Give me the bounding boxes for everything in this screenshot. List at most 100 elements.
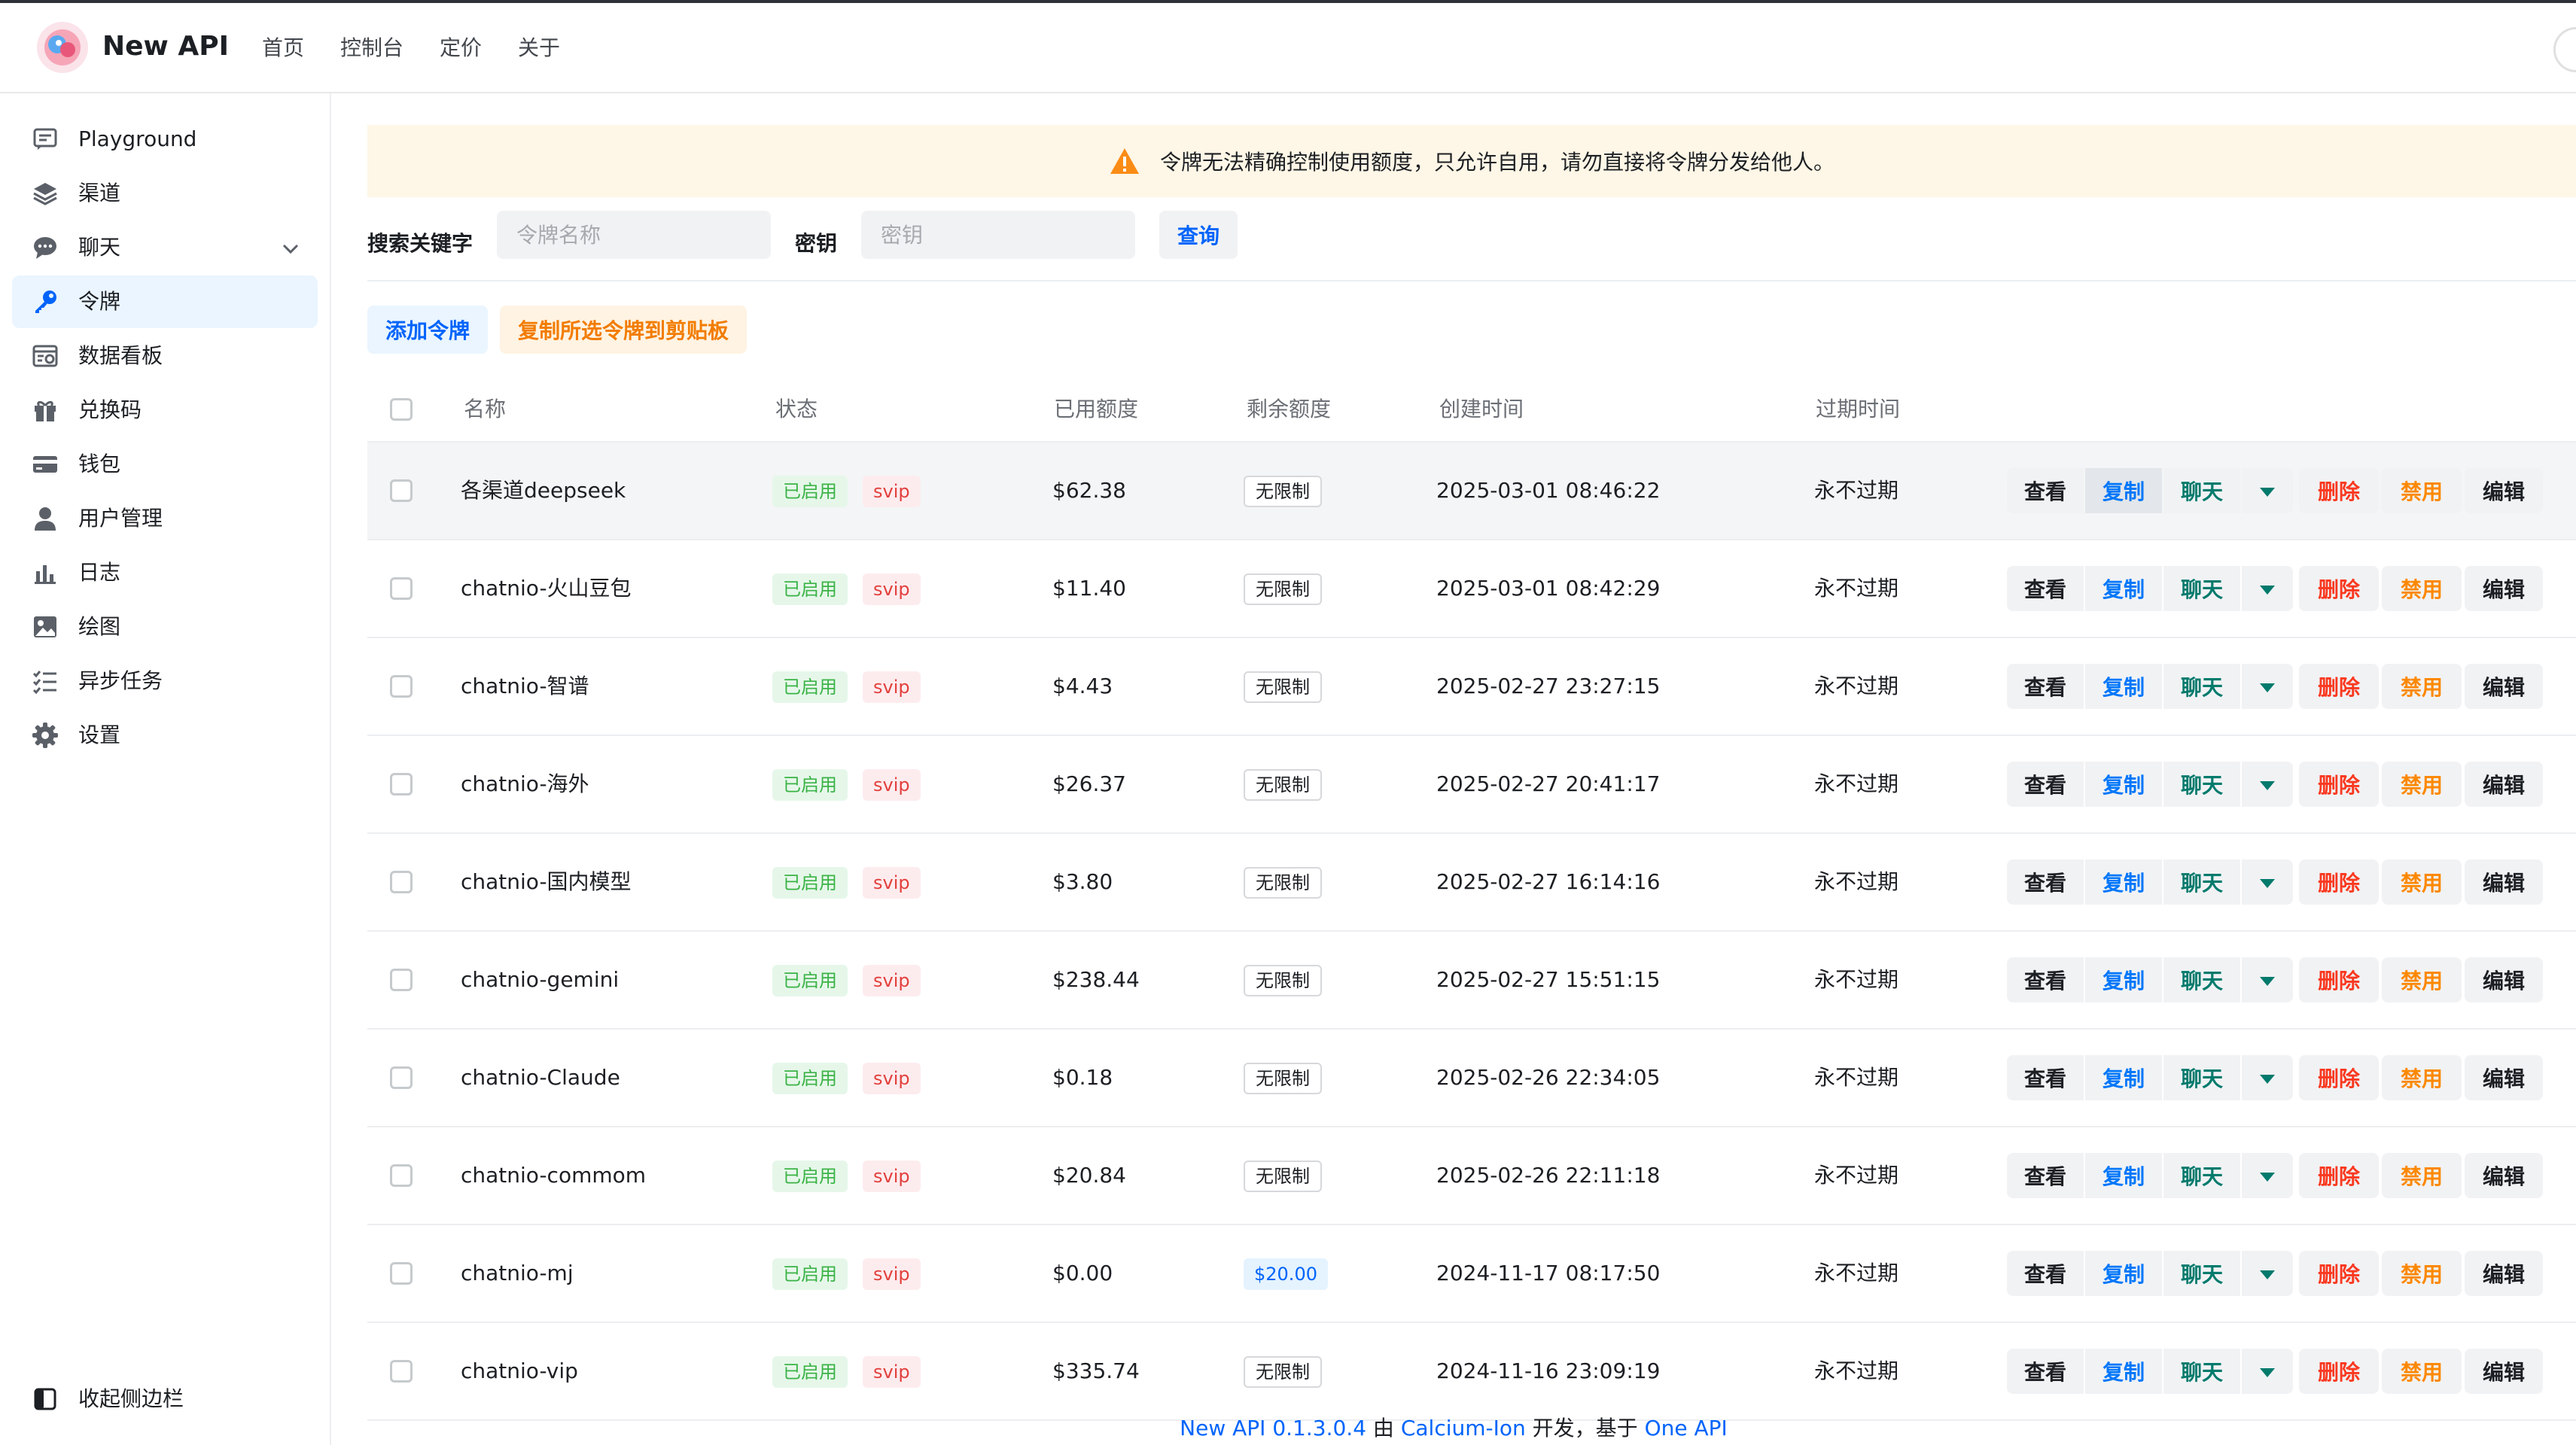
chat-button[interactable]: 聊天 — [2163, 1251, 2240, 1296]
row-checkbox[interactable] — [390, 773, 413, 796]
view-button[interactable]: 查看 — [2007, 859, 2084, 905]
copy-button[interactable]: 复制 — [2085, 468, 2162, 513]
row-checkbox[interactable] — [390, 969, 413, 991]
copy-selected-tokens-button[interactable]: 复制所选令牌到剪贴板 — [500, 306, 748, 354]
disable-button[interactable]: 禁用 — [2382, 1153, 2462, 1198]
disable-button[interactable]: 禁用 — [2382, 468, 2462, 513]
table-row[interactable]: chatnio-vip 已启用 svip $335.74 无限制 2024-11-16 2… — [367, 1323, 2576, 1421]
table-row[interactable]: chatnio-海外 已启用 svip $26.37 无限制 2025-02-27 20:… — [367, 736, 2576, 834]
edit-button[interactable]: 编辑 — [2465, 859, 2543, 905]
chat-dropdown-button[interactable] — [2242, 1055, 2293, 1100]
app-title[interactable]: New API — [102, 30, 229, 63]
sidebar-item-async-tasks[interactable]: 异步任务 — [12, 655, 318, 707]
author-link[interactable]: Calcium-Ion — [1401, 1416, 1526, 1440]
delete-button[interactable]: 删除 — [2299, 1055, 2379, 1100]
nav-console[interactable]: 控制台 — [340, 35, 403, 62]
view-button[interactable]: 查看 — [2007, 762, 2084, 807]
chat-button[interactable]: 聊天 — [2163, 1349, 2240, 1394]
edit-button[interactable]: 编辑 — [2465, 1153, 2543, 1198]
table-row[interactable]: 各渠道deepseek 已启用 svip $62.38 无限制 2025-03-01 08… — [367, 443, 2576, 540]
token-name-input[interactable] — [497, 211, 771, 259]
delete-button[interactable]: 删除 — [2299, 468, 2379, 513]
row-checkbox[interactable] — [390, 871, 413, 893]
view-button[interactable]: 查看 — [2007, 664, 2084, 709]
disable-button[interactable]: 禁用 — [2382, 1349, 2462, 1394]
sidebar-item-chat[interactable]: 聊天 — [12, 221, 318, 274]
collapse-sidebar-button[interactable]: 收起侧边栏 — [12, 1373, 318, 1425]
view-button[interactable]: 查看 — [2007, 468, 2084, 513]
table-row[interactable]: chatnio-火山豆包 已启用 svip $11.40 无限制 2025-03-01 0… — [367, 540, 2576, 638]
column-header-used-quota[interactable]: 已用额度 — [1054, 378, 1138, 441]
copy-button[interactable]: 复制 — [2085, 957, 2162, 1002]
delete-button[interactable]: 删除 — [2299, 566, 2379, 611]
row-checkbox[interactable] — [390, 1066, 413, 1089]
edit-button[interactable]: 编辑 — [2465, 468, 2543, 513]
copy-button[interactable]: 复制 — [2085, 762, 2162, 807]
row-checkbox[interactable] — [390, 1360, 413, 1383]
chat-dropdown-button[interactable] — [2242, 664, 2293, 709]
chat-button[interactable]: 聊天 — [2163, 762, 2240, 807]
nav-about[interactable]: 关于 — [518, 35, 560, 62]
chat-dropdown-button[interactable] — [2242, 859, 2293, 905]
chat-button[interactable]: 聊天 — [2163, 957, 2240, 1002]
table-row[interactable]: chatnio-国内模型 已启用 svip $3.80 无限制 2025-02-27 16… — [367, 834, 2576, 932]
chevron-down-icon[interactable] — [280, 238, 301, 259]
add-token-button[interactable]: 添加令牌 — [367, 306, 489, 354]
copy-button[interactable]: 复制 — [2085, 1349, 2162, 1394]
chat-dropdown-button[interactable] — [2242, 566, 2293, 611]
disable-button[interactable]: 禁用 — [2382, 957, 2462, 1002]
key-input[interactable] — [861, 211, 1135, 259]
column-header-expiry-time[interactable]: 过期时间 — [1816, 378, 1900, 441]
row-checkbox[interactable] — [390, 577, 413, 600]
chat-button[interactable]: 聊天 — [2163, 468, 2240, 513]
disable-button[interactable]: 禁用 — [2382, 1251, 2462, 1296]
select-all-checkbox[interactable] — [390, 398, 413, 421]
chat-button[interactable]: 聊天 — [2163, 1153, 2240, 1198]
edit-button[interactable]: 编辑 — [2465, 664, 2543, 709]
view-button[interactable]: 查看 — [2007, 957, 2084, 1002]
disable-button[interactable]: 禁用 — [2382, 566, 2462, 611]
edit-button[interactable]: 编辑 — [2465, 957, 2543, 1002]
delete-button[interactable]: 删除 — [2299, 957, 2379, 1002]
disable-button[interactable]: 禁用 — [2382, 859, 2462, 905]
nav-pricing[interactable]: 定价 — [440, 35, 482, 62]
copy-button[interactable]: 复制 — [2085, 1055, 2162, 1100]
view-button[interactable]: 查看 — [2007, 566, 2084, 611]
table-row[interactable]: chatnio-gemini 已启用 svip $238.44 无限制 2025-02-2… — [367, 932, 2576, 1030]
chat-button[interactable]: 聊天 — [2163, 1055, 2240, 1100]
column-header-remaining-quota[interactable]: 剩余额度 — [1247, 378, 1331, 441]
copy-button[interactable]: 复制 — [2085, 1251, 2162, 1296]
edit-button[interactable]: 编辑 — [2465, 762, 2543, 807]
disable-button[interactable]: 禁用 — [2382, 762, 2462, 807]
view-button[interactable]: 查看 — [2007, 1153, 2084, 1198]
chat-dropdown-button[interactable] — [2242, 1153, 2293, 1198]
version-link[interactable]: New API 0.1.3.0.4 — [1180, 1416, 1366, 1440]
delete-button[interactable]: 删除 — [2299, 1251, 2379, 1296]
chat-button[interactable]: 聊天 — [2163, 664, 2240, 709]
chat-dropdown-button[interactable] — [2242, 468, 2293, 513]
copy-button[interactable]: 复制 — [2085, 1153, 2162, 1198]
edit-button[interactable]: 编辑 — [2465, 1251, 2543, 1296]
column-header-status[interactable]: 状态 — [775, 378, 818, 441]
chat-button[interactable]: 聊天 — [2163, 859, 2240, 905]
table-row[interactable]: chatnio-commom 已启用 svip $20.84 无限制 2025-02-26… — [367, 1127, 2576, 1225]
delete-button[interactable]: 删除 — [2299, 664, 2379, 709]
view-button[interactable]: 查看 — [2007, 1055, 2084, 1100]
table-row[interactable]: chatnio-Claude 已启用 svip $0.18 无限制 2025-02-26 … — [367, 1030, 2576, 1127]
edit-button[interactable]: 编辑 — [2465, 566, 2543, 611]
disable-button[interactable]: 禁用 — [2382, 1055, 2462, 1100]
row-checkbox[interactable] — [390, 675, 413, 698]
delete-button[interactable]: 删除 — [2299, 1153, 2379, 1198]
edit-button[interactable]: 编辑 — [2465, 1055, 2543, 1100]
delete-button[interactable]: 删除 — [2299, 762, 2379, 807]
chat-dropdown-button[interactable] — [2242, 1349, 2293, 1394]
copy-button[interactable]: 复制 — [2085, 664, 2162, 709]
chat-dropdown-button[interactable] — [2242, 762, 2293, 807]
delete-button[interactable]: 删除 — [2299, 1349, 2379, 1394]
column-header-created-time[interactable]: 创建时间 — [1439, 378, 1524, 441]
view-button[interactable]: 查看 — [2007, 1251, 2084, 1296]
query-button[interactable]: 查询 — [1159, 211, 1238, 259]
sidebar-item-drawing[interactable]: 绘图 — [12, 601, 318, 653]
copy-button[interactable]: 复制 — [2085, 566, 2162, 611]
edit-button[interactable]: 编辑 — [2465, 1349, 2543, 1394]
